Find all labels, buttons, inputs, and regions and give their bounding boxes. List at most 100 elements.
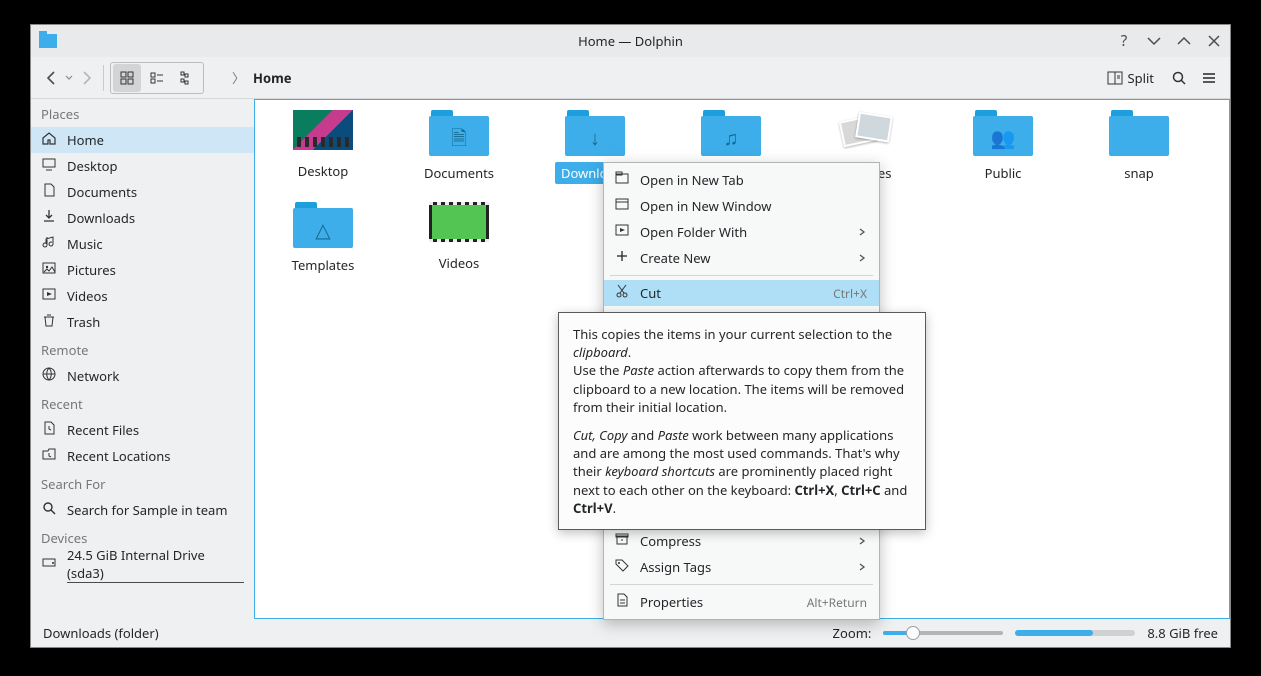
sidebar-item-music[interactable]: Music: [31, 231, 254, 257]
file-label: snap: [1118, 162, 1160, 184]
tab-icon: [614, 170, 630, 190]
doc-icon: [614, 592, 630, 612]
folder-icon: [1109, 110, 1169, 156]
sidebar-icon: [41, 446, 57, 466]
help-button[interactable]: ?: [1116, 33, 1132, 49]
sidebar-item-label: Documents: [67, 183, 137, 201]
remote-header: Remote: [31, 335, 254, 363]
menu-item-create-new[interactable]: Create New: [604, 245, 879, 271]
menu-item-open-in-new-window[interactable]: Open in New Window: [604, 193, 879, 219]
plus-icon: [614, 248, 630, 268]
sidebar-icon: [41, 420, 57, 440]
toolbar: 〉 Home Split: [31, 57, 1230, 99]
sidebar-item-home[interactable]: Home: [31, 127, 254, 153]
folder-icon: [837, 110, 897, 156]
sidebar-item-videos[interactable]: Videos: [31, 283, 254, 309]
sidebar-item-recent-locations[interactable]: Recent Locations: [31, 443, 254, 469]
file-label: Documents: [418, 162, 500, 184]
menu-item-label: Open Folder With: [640, 223, 847, 241]
disk-usage-bar: [1015, 630, 1135, 636]
menu-item-label: Open in New Tab: [640, 171, 867, 189]
minimize-button[interactable]: [1146, 33, 1162, 49]
titlebar: Home — Dolphin ?: [31, 25, 1230, 57]
sidebar-item-24-5-gib-internal-drive-sda3-[interactable]: 24.5 GiB Internal Drive (sda3): [31, 551, 254, 577]
split-label: Split: [1127, 69, 1154, 87]
sidebar-item-label: 24.5 GiB Internal Drive (sda3): [67, 546, 244, 583]
sidebar-item-downloads[interactable]: Downloads: [31, 205, 254, 231]
menu-item-label: Open in New Window: [640, 197, 867, 215]
sidebar-item-label: Downloads: [67, 209, 135, 227]
zoom-label: Zoom:: [833, 624, 872, 642]
sidebar-item-label: Videos: [67, 287, 108, 305]
sidebar-icon: [41, 208, 57, 228]
icons-view-button[interactable]: [113, 64, 141, 92]
menu-item-open-in-new-tab[interactable]: Open in New Tab: [604, 167, 879, 193]
file-item-documents[interactable]: 🗎 Documents: [391, 110, 527, 184]
back-button[interactable]: [41, 64, 63, 92]
folder-icon: 👥: [973, 110, 1033, 156]
status-info: Downloads (folder): [43, 624, 159, 642]
folder-icon: 🗎: [429, 110, 489, 156]
chevron-right-icon: [857, 558, 867, 576]
close-button[interactable]: [1206, 33, 1222, 49]
menu-item-assign-tags[interactable]: Assign Tags: [604, 554, 879, 580]
sidebar-icon: [41, 554, 57, 574]
sidebar: Places HomeDesktopDocumentsDownloadsMusi…: [31, 99, 254, 619]
tag-icon: [614, 557, 630, 577]
zoom-slider[interactable]: [883, 631, 1003, 635]
file-item-videos[interactable]: Videos: [391, 202, 527, 276]
sidebar-item-desktop[interactable]: Desktop: [31, 153, 254, 179]
details-view-button[interactable]: [173, 64, 201, 92]
menu-item-properties[interactable]: PropertiesAlt+Return: [604, 589, 879, 615]
sidebar-item-label: Trash: [67, 313, 100, 331]
menu-item-label: Assign Tags: [640, 558, 847, 576]
file-item-desktop[interactable]: Desktop: [255, 110, 391, 184]
split-button[interactable]: Split: [1101, 65, 1160, 91]
sidebar-icon: [41, 260, 57, 280]
sidebar-item-label: Desktop: [67, 157, 118, 175]
back-history-dropdown[interactable]: [63, 64, 75, 92]
folder-icon: ♫: [701, 110, 761, 156]
sidebar-item-trash[interactable]: Trash: [31, 309, 254, 335]
menu-item-cut[interactable]: CutCtrl+X: [604, 280, 879, 306]
sidebar-item-pictures[interactable]: Pictures: [31, 257, 254, 283]
sidebar-icon: [41, 286, 57, 306]
view-mode-group: [110, 62, 204, 94]
sidebar-item-documents[interactable]: Documents: [31, 179, 254, 205]
sidebar-icon: [41, 366, 57, 386]
file-label: Desktop: [292, 160, 355, 182]
recent-header: Recent: [31, 389, 254, 417]
menu-item-open-folder-with[interactable]: Open Folder With: [604, 219, 879, 245]
search-button[interactable]: [1168, 64, 1190, 92]
window-title: Home — Dolphin: [31, 32, 1230, 50]
menu-separator: [610, 275, 873, 276]
sidebar-item-network[interactable]: Network: [31, 363, 254, 389]
folder-icon: △: [293, 202, 353, 248]
file-label: Templates: [286, 254, 361, 276]
maximize-button[interactable]: [1176, 33, 1192, 49]
file-item-snap[interactable]: snap: [1071, 110, 1207, 184]
sidebar-icon: [41, 130, 57, 150]
folder-icon: [429, 202, 489, 242]
sidebar-item-label: Recent Locations: [67, 447, 170, 465]
sidebar-icon: [41, 156, 57, 176]
forward-button[interactable]: [75, 64, 97, 92]
file-item-templates[interactable]: △ Templates: [255, 202, 391, 276]
sidebar-icon: [41, 234, 57, 254]
breadcrumb[interactable]: 〉 Home: [232, 68, 292, 87]
sidebar-item-label: Network: [67, 367, 119, 385]
sidebar-item-search-for-sample-in-team[interactable]: Search for Sample in team: [31, 497, 254, 523]
breadcrumb-segment[interactable]: Home: [253, 69, 292, 87]
search-header: Search For: [31, 469, 254, 497]
statusbar: Downloads (folder) Zoom: 8.8 GiB free: [31, 619, 1230, 647]
chevron-right-icon: [857, 249, 867, 267]
compact-view-button[interactable]: [143, 64, 171, 92]
file-label: Public: [979, 162, 1028, 184]
sidebar-icon: [41, 500, 57, 520]
menu-button[interactable]: [1198, 64, 1220, 92]
tooltip: This copies the items in your current se…: [558, 312, 926, 530]
file-item-public[interactable]: 👥 Public: [935, 110, 1071, 184]
sidebar-item-recent-files[interactable]: Recent Files: [31, 417, 254, 443]
menu-item-compress[interactable]: Compress: [604, 528, 879, 554]
folder-icon: ↓: [565, 110, 625, 156]
